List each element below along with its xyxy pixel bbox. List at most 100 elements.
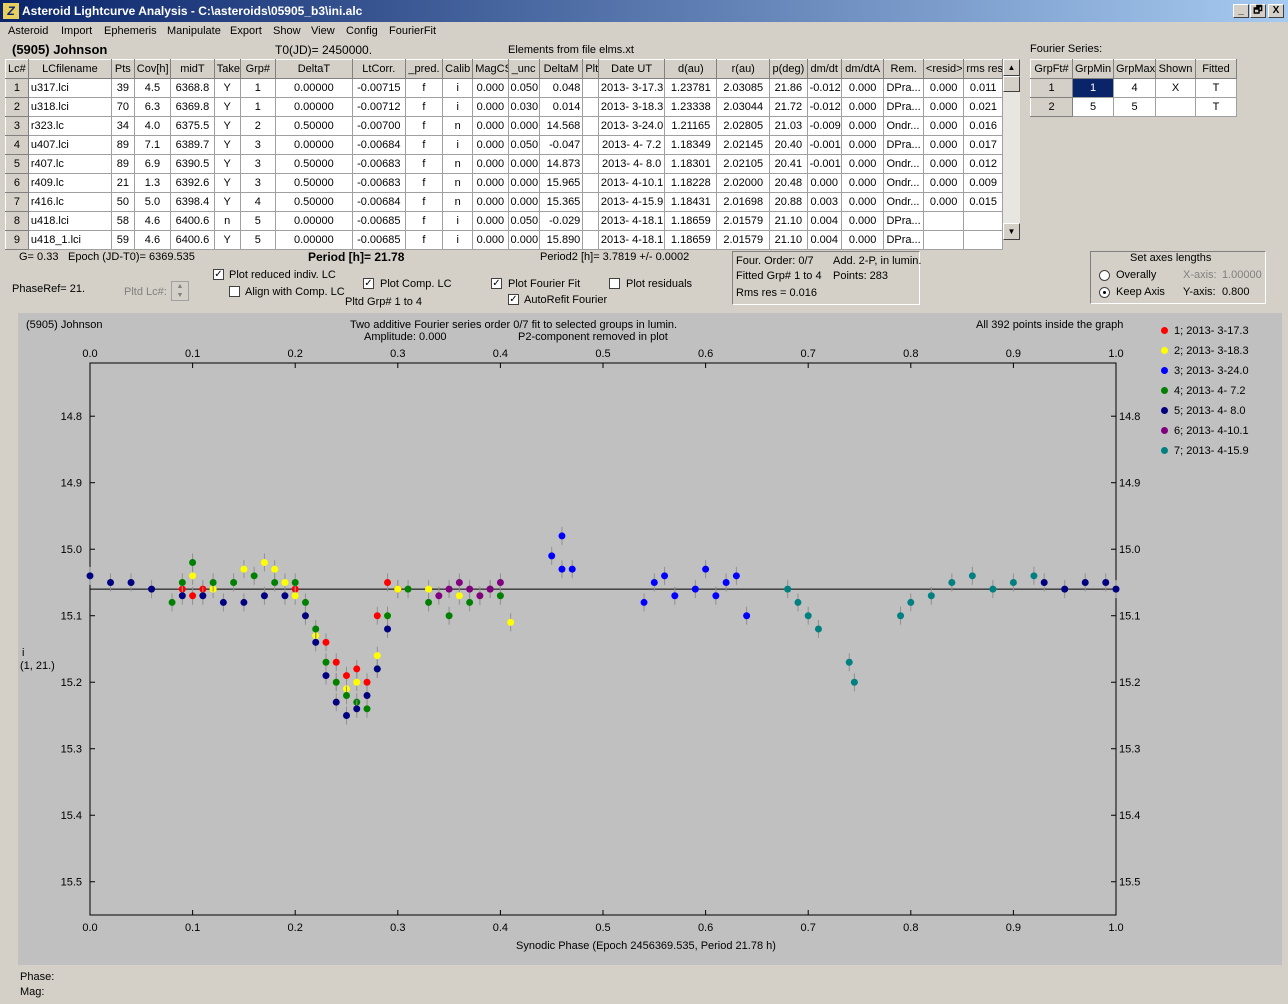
lc-col-header[interactable]: _unc — [507, 59, 540, 79]
lc-cell[interactable]: 2013- 4- 8.0 — [597, 154, 666, 174]
lc-cell[interactable]: 14.568 — [538, 116, 584, 136]
lc-cell[interactable]: 4.5 — [133, 78, 172, 98]
lc-cell[interactable]: 39 — [110, 78, 135, 98]
lc-cell[interactable]: 0.000 — [922, 135, 965, 155]
lc-cell[interactable]: f — [404, 192, 444, 212]
lc-cell[interactable]: 0.000 — [840, 192, 885, 212]
lc-cell[interactable]: 2013- 4-15.9 — [597, 192, 666, 212]
plot-fourier-checkbox[interactable]: ✓ — [491, 278, 502, 289]
lc-cell[interactable]: 0.016 — [963, 116, 1003, 136]
lc-col-header[interactable]: Rem. — [883, 59, 924, 79]
fs-cell[interactable]: 2 — [1030, 97, 1073, 117]
lc-cell[interactable]: 0.000 — [507, 173, 540, 193]
lc-cell[interactable]: 4 — [239, 192, 276, 212]
plot-residuals-checkbox[interactable] — [609, 278, 620, 289]
lc-col-header[interactable]: Cov[h] — [133, 59, 172, 79]
lc-cell[interactable]: 2013- 4-10.1 — [597, 173, 666, 193]
lc-cell[interactable]: 0.000 — [840, 154, 885, 174]
lc-cell[interactable]: 1.3 — [133, 173, 172, 193]
lc-cell[interactable]: 2013- 4-18.1 — [597, 230, 666, 250]
lc-cell[interactable]: f — [404, 211, 444, 231]
lc-cell[interactable]: 2.02000 — [716, 173, 771, 193]
minimize-button[interactable]: _ — [1233, 4, 1249, 18]
lc-cell[interactable] — [582, 135, 599, 155]
lc-col-header[interactable]: dm/dt — [806, 59, 842, 79]
lc-cell[interactable]: 3 — [239, 173, 276, 193]
lc-cell[interactable]: 2 — [5, 97, 29, 117]
fs-col-header[interactable]: Fitted — [1195, 59, 1237, 79]
lc-col-header[interactable]: LtCorr. — [351, 59, 406, 79]
lc-col-header[interactable]: r(au) — [716, 59, 771, 79]
table-row[interactable]: 3 r323.lc 34 4.0 6375.5 Y 2 0.50000 -0.00700 f n 0.… — [5, 116, 1003, 136]
lc-cell[interactable]: 21.10 — [769, 230, 808, 250]
lc-cell[interactable] — [582, 154, 599, 174]
lc-cell[interactable]: -0.00683 — [351, 154, 406, 174]
lc-col-header[interactable]: Take — [213, 59, 241, 79]
lc-cell[interactable]: 0.011 — [963, 78, 1003, 98]
lc-cell[interactable]: 4 — [5, 135, 29, 155]
lc-cell[interactable]: i — [442, 78, 474, 98]
lc-cell[interactable]: 0.50000 — [274, 154, 353, 174]
lc-cell[interactable]: i — [442, 230, 474, 250]
lc-cell[interactable]: Y — [213, 154, 241, 174]
plot-reduced-checkbox[interactable]: ✓ — [213, 269, 224, 280]
lc-cell[interactable]: r323.lc — [27, 116, 112, 136]
lc-cell[interactable]: 0.000 — [840, 116, 885, 136]
overally-radio[interactable] — [1099, 270, 1110, 281]
table-row[interactable]: 2 u318.lci 70 6.3 6369.8 Y 1 0.00000 -0.00712 f i 0… — [5, 97, 1003, 117]
lc-cell[interactable]: 0.030 — [507, 97, 540, 117]
lc-cell[interactable]: 1 — [239, 97, 276, 117]
lc-cell[interactable]: 9 — [5, 230, 29, 250]
lc-cell[interactable]: 1.18228 — [664, 173, 718, 193]
lc-cell[interactable]: f — [404, 116, 444, 136]
lc-cell[interactable]: 21.03 — [769, 116, 808, 136]
lc-col-header[interactable]: <resid> — [922, 59, 965, 79]
lc-col-header[interactable]: Plt — [582, 59, 599, 79]
lc-cell[interactable] — [582, 78, 599, 98]
lc-cell[interactable]: 4.6 — [133, 230, 172, 250]
menu-asteroid[interactable]: Asteroid — [8, 25, 48, 37]
lc-cell[interactable]: -0.00683 — [351, 173, 406, 193]
lc-cell[interactable]: 20.48 — [769, 173, 808, 193]
lc-cell[interactable]: -0.001 — [806, 135, 842, 155]
table-row[interactable]: 5 r407.lc 89 6.9 6390.5 Y 3 0.50000 -0.00683 f n 0.… — [5, 154, 1003, 174]
lc-cell[interactable]: u317.lci — [27, 78, 112, 98]
lc-cell[interactable]: -0.00715 — [351, 78, 406, 98]
lc-cell[interactable]: 8 — [5, 211, 29, 231]
fs-cell[interactable]: T — [1195, 97, 1237, 117]
lc-cell[interactable]: 2013- 4-18.1 — [597, 211, 666, 231]
lc-cell[interactable]: 0.000 — [922, 97, 965, 117]
menu-config[interactable]: Config — [346, 25, 378, 37]
lc-cell[interactable]: 7.1 — [133, 135, 172, 155]
table-row[interactable]: 4 u407.lci 89 7.1 6389.7 Y 3 0.00000 -0.00684 f i 0… — [5, 135, 1003, 155]
lc-cell[interactable]: 2.02805 — [716, 116, 771, 136]
lc-cell[interactable] — [963, 230, 1003, 250]
lc-cell[interactable]: 6398.4 — [170, 192, 215, 212]
lc-cell[interactable]: -0.00684 — [351, 192, 406, 212]
lc-col-header[interactable]: Lc# — [5, 59, 29, 79]
lc-cell[interactable]: Ondr... — [883, 116, 924, 136]
lc-cell[interactable]: Y — [213, 173, 241, 193]
fs-cell[interactable]: 1 — [1072, 78, 1114, 98]
lc-cell[interactable]: 0.00000 — [274, 211, 353, 231]
lc-cell[interactable]: 6390.5 — [170, 154, 215, 174]
lc-cell[interactable]: -0.012 — [806, 97, 842, 117]
lc-cell[interactable]: 0.015 — [963, 192, 1003, 212]
lc-cell[interactable]: 0.000 — [840, 78, 885, 98]
fs-col-header[interactable]: GrpMin — [1072, 59, 1114, 79]
lc-cell[interactable]: 0.000 — [840, 211, 885, 231]
lc-cell[interactable]: 3 — [5, 116, 29, 136]
fs-cell[interactable]: 1 — [1030, 78, 1073, 98]
lc-cell[interactable]: r409.lc — [27, 173, 112, 193]
lc-col-header[interactable]: p(deg) — [769, 59, 808, 79]
lc-cell[interactable]: 0.000 — [472, 230, 509, 250]
lc-cell[interactable]: 1.18349 — [664, 135, 718, 155]
lc-col-header[interactable]: rms res — [963, 59, 1003, 79]
lc-cell[interactable]: 15.965 — [538, 173, 584, 193]
lc-cell[interactable]: Y — [213, 230, 241, 250]
lc-cell[interactable]: 7 — [5, 192, 29, 212]
lc-cell[interactable]: 3 — [239, 135, 276, 155]
lc-cell[interactable]: 2013- 3-17.3 — [597, 78, 666, 98]
lc-cell[interactable]: 2.01579 — [716, 211, 771, 231]
lc-cell[interactable]: 70 — [110, 97, 135, 117]
